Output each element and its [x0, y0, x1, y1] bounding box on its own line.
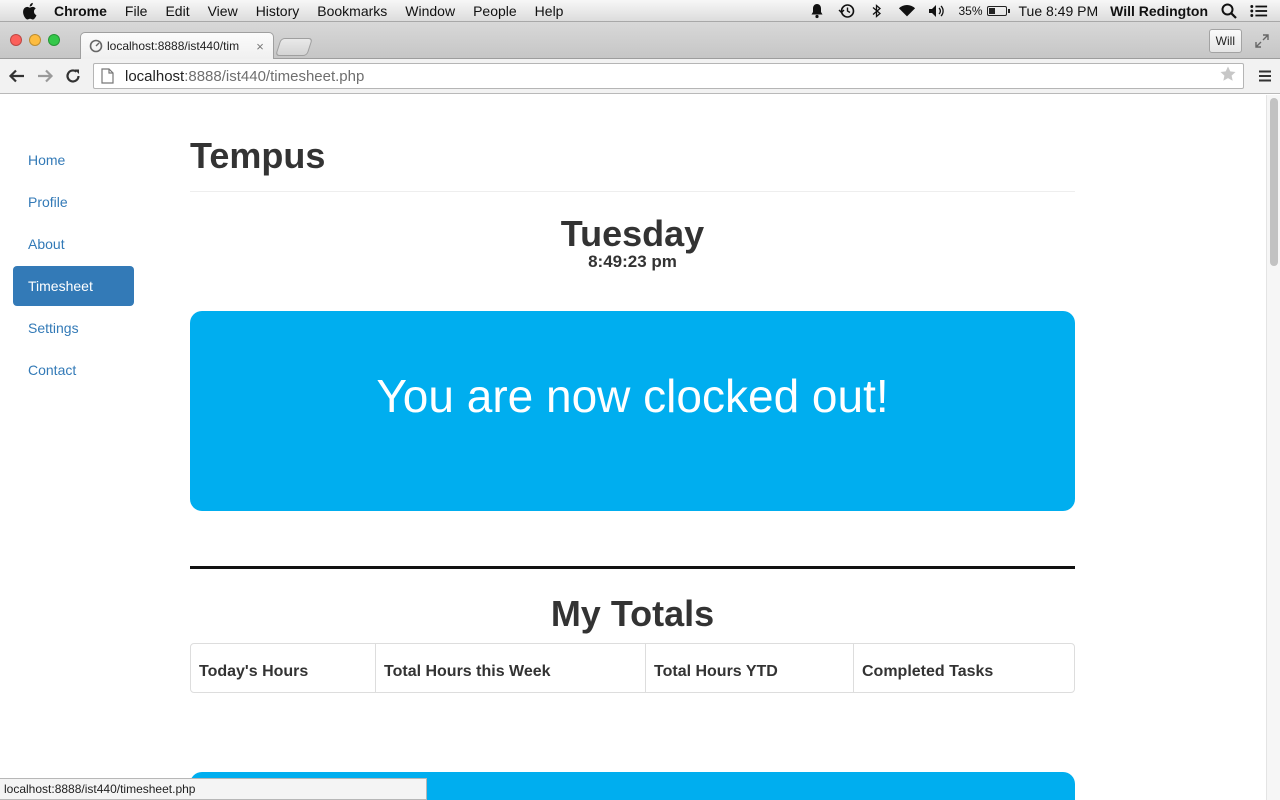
- browser-tab-strip: localhost:8888/ist440/tim × Will: [0, 22, 1280, 59]
- sidebar-item-about[interactable]: About: [13, 224, 134, 264]
- browser-toolbar: localhost:8888/ist440/timesheet.php: [0, 59, 1280, 94]
- sidebar-nav: Home Profile About Timesheet Settings Contact: [13, 140, 134, 392]
- loading-favicon-icon: [89, 39, 103, 53]
- clock-status-message: You are now clocked out!: [376, 370, 889, 422]
- page-scrollbar[interactable]: [1266, 95, 1280, 800]
- macos-menu-bar: Chrome File Edit View History Bookmarks …: [0, 0, 1280, 22]
- menu-file[interactable]: File: [125, 3, 148, 19]
- profile-button[interactable]: Will: [1208, 29, 1242, 53]
- menu-help[interactable]: Help: [535, 3, 564, 19]
- zoom-window-button[interactable]: [48, 34, 60, 46]
- header-week-hours: Total Hours this Week: [376, 644, 646, 692]
- back-button[interactable]: [7, 66, 27, 86]
- wifi-icon[interactable]: [898, 3, 916, 19]
- menu-edit[interactable]: Edit: [165, 3, 189, 19]
- page-icon: [101, 68, 115, 84]
- new-tab-button[interactable]: [275, 38, 313, 56]
- spotlight-icon[interactable]: [1220, 3, 1238, 19]
- menu-view[interactable]: View: [208, 3, 238, 19]
- browser-tab-active[interactable]: localhost:8888/ist440/tim ×: [80, 32, 274, 59]
- title-divider: [190, 191, 1075, 192]
- page-viewport: Home Profile About Timesheet Settings Contact…: [0, 95, 1266, 800]
- url-host: localhost: [125, 67, 185, 85]
- sidebar-item-profile[interactable]: Profile: [13, 182, 134, 222]
- menu-window[interactable]: Window: [405, 3, 455, 19]
- tab-close-icon[interactable]: ×: [253, 39, 267, 54]
- menubar-clock[interactable]: Tue 8:49 PM: [1019, 3, 1099, 19]
- current-time: 8:49:23 pm: [588, 252, 677, 271]
- battery-indicator[interactable]: 35%: [958, 3, 1010, 18]
- menu-bookmarks[interactable]: Bookmarks: [317, 3, 387, 19]
- menu-people[interactable]: People: [473, 3, 517, 19]
- minimize-window-button[interactable]: [29, 34, 41, 46]
- menu-app-chrome[interactable]: Chrome: [54, 3, 107, 19]
- notification-center-icon[interactable]: [1250, 3, 1268, 19]
- sidebar-item-home[interactable]: Home: [13, 140, 134, 180]
- battery-icon: [986, 5, 1010, 16]
- battery-percent: 35%: [958, 3, 983, 18]
- totals-heading: My Totals: [550, 593, 715, 634]
- apple-menu-icon[interactable]: [18, 2, 40, 20]
- menubar-user[interactable]: Will Redington: [1110, 3, 1208, 19]
- bluetooth-icon[interactable]: [868, 3, 886, 19]
- time-machine-icon[interactable]: [838, 3, 856, 19]
- forward-button[interactable]: [35, 66, 55, 86]
- header-todays-hours: Today's Hours: [191, 644, 376, 692]
- sidebar-item-timesheet[interactable]: Timesheet: [13, 266, 134, 306]
- totals-table: Today's Hours Total Hours this Week Tota…: [190, 643, 1075, 693]
- page-title: Tempus: [190, 135, 326, 176]
- volume-icon[interactable]: [928, 3, 946, 19]
- header-completed-tasks: Completed Tasks: [862, 663, 994, 680]
- clock-status-panel[interactable]: You are now clocked out!: [190, 311, 1075, 511]
- link-status-bubble: localhost:8888/ist440/timesheet.php: [0, 778, 427, 800]
- sidebar-item-contact[interactable]: Contact: [13, 350, 134, 390]
- header-ytd-hours: Total Hours YTD: [646, 644, 854, 692]
- reload-button[interactable]: [63, 66, 83, 86]
- fullscreen-icon[interactable]: [1254, 33, 1270, 49]
- chrome-menu-icon[interactable]: [1255, 66, 1275, 86]
- window-controls: [10, 34, 60, 46]
- notification-icon[interactable]: [808, 3, 826, 19]
- bookmark-star-icon[interactable]: [1219, 65, 1237, 87]
- menu-history[interactable]: History: [256, 3, 300, 19]
- address-bar[interactable]: localhost:8888/ist440/timesheet.php: [93, 63, 1244, 89]
- section-divider: [190, 566, 1075, 569]
- scrollbar-thumb[interactable]: [1270, 98, 1278, 266]
- close-window-button[interactable]: [10, 34, 22, 46]
- tab-title: localhost:8888/ist440/tim: [107, 39, 240, 53]
- current-day: Tuesday: [560, 213, 705, 254]
- sidebar-item-settings[interactable]: Settings: [13, 308, 134, 348]
- url-path: :8888/ist440/timesheet.php: [184, 67, 365, 85]
